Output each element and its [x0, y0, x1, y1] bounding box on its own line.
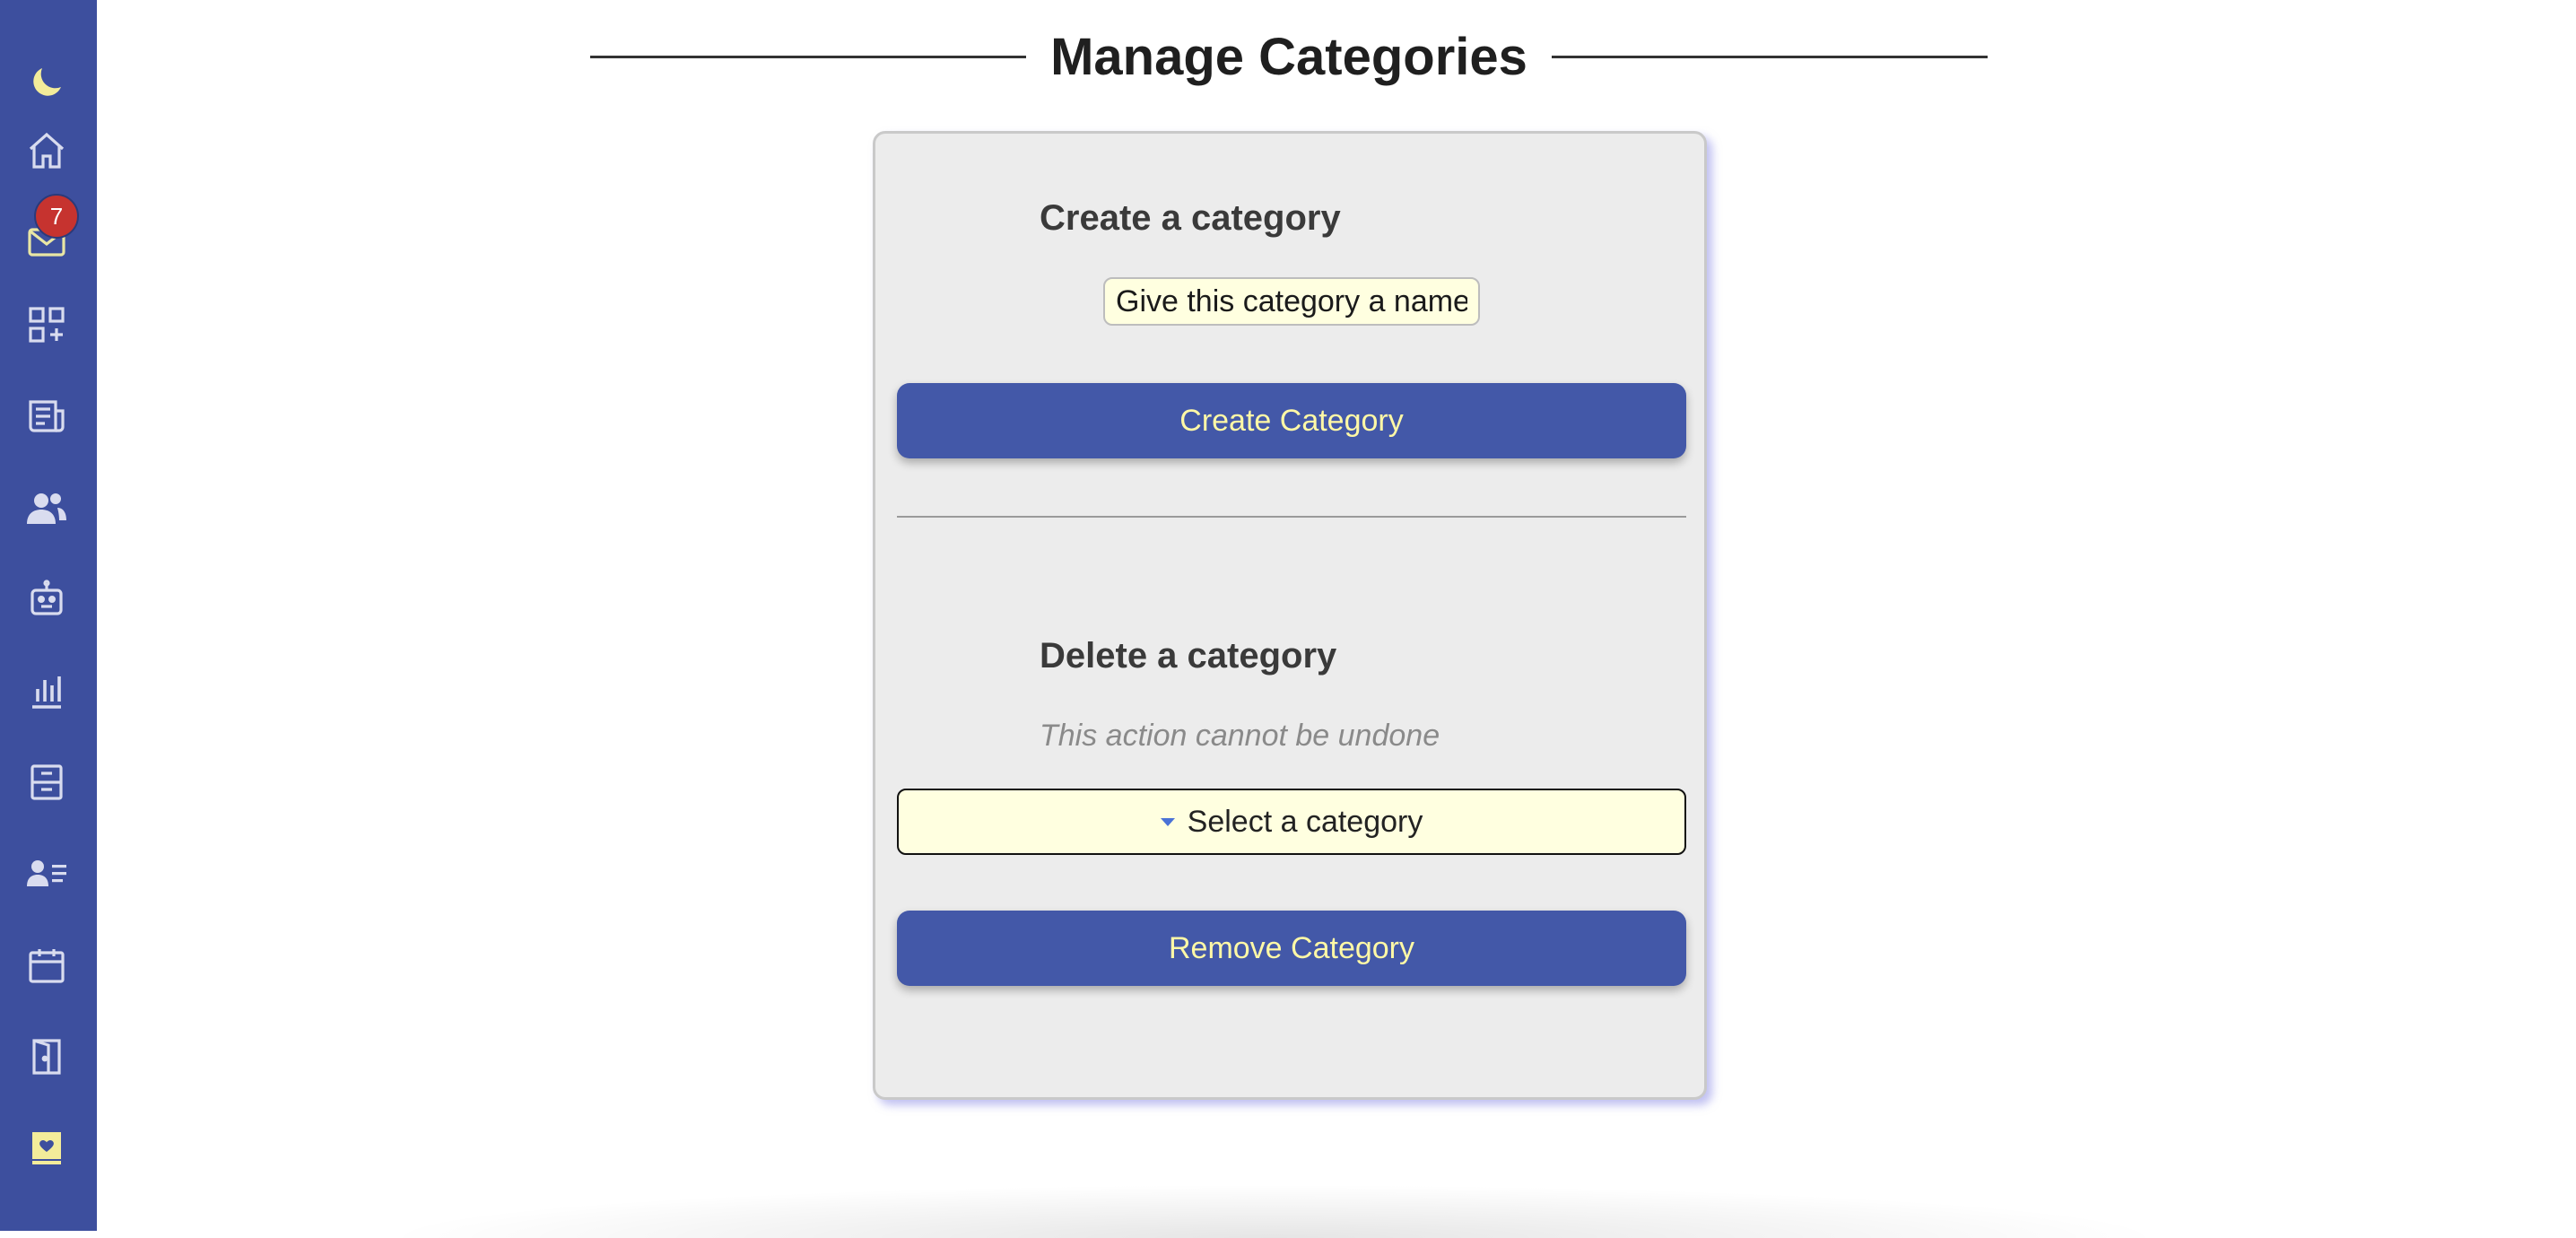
door-exit-icon[interactable] [23, 1033, 70, 1080]
create-section-heading: Create a category [1040, 198, 1341, 238]
title-row: Manage Categories [590, 18, 1988, 97]
archive-icon[interactable] [23, 759, 70, 806]
user-list-icon[interactable] [23, 850, 70, 897]
users-icon[interactable] [23, 484, 70, 531]
moon-icon[interactable] [23, 59, 70, 106]
footer-shadow [377, 1184, 2171, 1238]
category-select[interactable]: Select a category [897, 789, 1686, 855]
apps-add-icon[interactable] [23, 301, 70, 348]
calendar-icon[interactable] [23, 942, 70, 989]
home-icon[interactable] [23, 127, 70, 174]
manage-categories-card: Create a category Create Category Delete… [873, 131, 1707, 1100]
category-name-input[interactable] [1103, 277, 1480, 326]
bar-chart-icon[interactable] [23, 667, 70, 714]
delete-warning-text: This action cannot be undone [1040, 719, 1440, 753]
section-divider [897, 516, 1686, 518]
chevron-down-icon [1160, 817, 1175, 826]
title-rule-left [590, 56, 1026, 58]
title-rule-right [1552, 56, 1988, 58]
page-title: Manage Categories [1050, 28, 1527, 86]
heart-book-icon[interactable] [23, 1125, 70, 1172]
category-select-value: Select a category [1187, 804, 1423, 839]
mail-badge: 7 [34, 194, 79, 239]
sidebar: 7 [0, 0, 97, 1231]
delete-section-heading: Delete a category [1040, 636, 1337, 676]
newspaper-icon[interactable] [23, 393, 70, 440]
robot-icon[interactable] [23, 576, 70, 623]
remove-category-button[interactable]: Remove Category [897, 911, 1686, 986]
create-category-button[interactable]: Create Category [897, 383, 1686, 458]
